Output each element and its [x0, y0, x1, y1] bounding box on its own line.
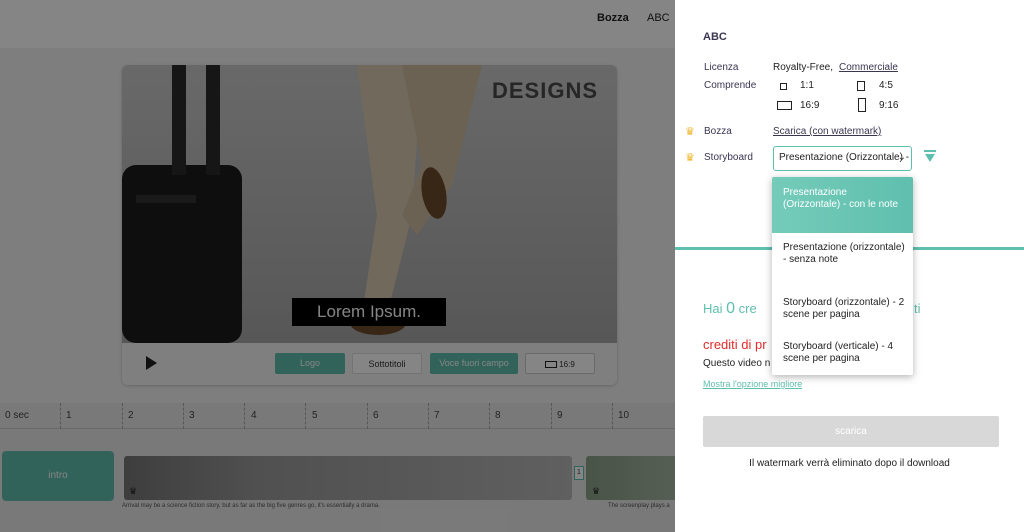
dropdown-option[interactable]: Storyboard (orizzontale) - 2 scene per p…: [772, 288, 913, 332]
storyboard-label: Storyboard: [704, 152, 753, 163]
landscape-format-icon: [777, 101, 792, 110]
bozza-label: Bozza: [704, 126, 732, 137]
format-1-1: 1:1: [800, 80, 814, 91]
video-note: Questo video n: [703, 358, 771, 369]
vertical-format-icon: [858, 98, 866, 112]
square-format-icon: [780, 83, 787, 90]
licenza-link[interactable]: Commerciale: [839, 62, 898, 73]
storyboard-select-value: Presentazione (Orizzontale) - con le not…: [779, 152, 911, 163]
editor-background: Bozza ABC DESIGNS Lorem Ipsum. Logo Sott…: [0, 0, 675, 532]
format-4-5: 4:5: [879, 80, 893, 91]
credits-warning: crediti di pr: [703, 337, 767, 352]
chevron-down-icon: ⌄: [897, 152, 906, 163]
storyboard-dropdown-menu: Presentazione (Orizzontale) - con le not…: [772, 177, 913, 375]
credits-count: 0: [726, 300, 736, 317]
licenza-value: Royalty-Free,: [773, 62, 834, 73]
dropdown-option[interactable]: Storyboard (verticale) - 4 scene per pag…: [772, 332, 913, 375]
licenza-label: Licenza: [704, 62, 739, 73]
panel-title: ABC: [703, 31, 727, 43]
download-icon[interactable]: [924, 150, 936, 164]
credits-mid: cre: [738, 301, 757, 316]
format-16-9: 16:9: [800, 100, 820, 111]
watermark-note: Il watermark verrà eliminato dopo il dow…: [749, 458, 950, 469]
format-9-16: 9:16: [879, 100, 899, 111]
download-button[interactable]: scarica: [703, 416, 999, 447]
show-best-option-link[interactable]: Mostra l'opzione migliore: [703, 379, 802, 389]
portrait-format-icon: [857, 81, 865, 91]
credits-prefix: Hai: [703, 301, 723, 316]
bozza-download-link[interactable]: Scarica (con watermark): [773, 126, 881, 137]
crown-icon: ♛: [685, 126, 695, 138]
dropdown-option[interactable]: Presentazione (Orizzontale) - con le not…: [772, 177, 913, 233]
dropdown-option[interactable]: Presentazione (orizzontale) - senza note: [772, 233, 913, 288]
storyboard-select[interactable]: Presentazione (Orizzontale) - con le not…: [773, 146, 912, 171]
modal-overlay[interactable]: [0, 0, 675, 532]
comprende-label: Comprende: [704, 80, 757, 91]
crown-icon: ♛: [685, 152, 695, 164]
